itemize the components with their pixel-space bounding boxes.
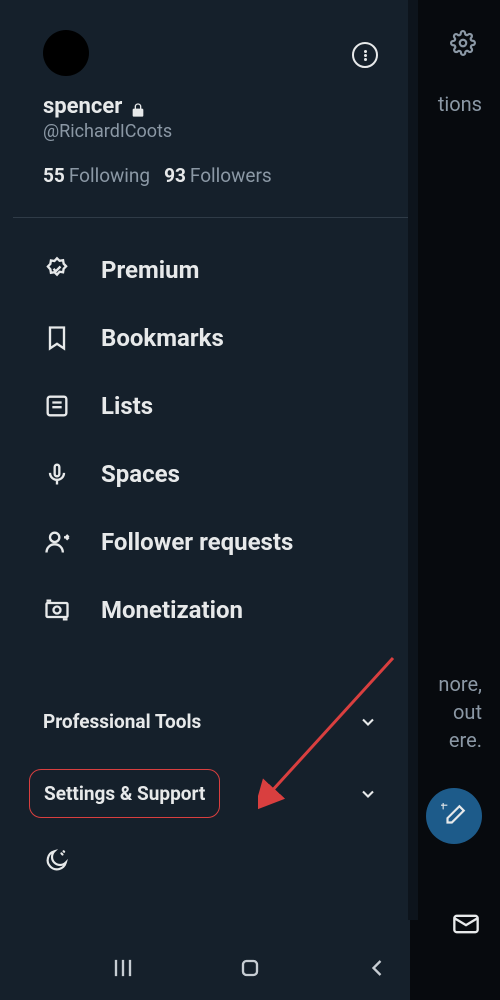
- display-name: spencer: [43, 94, 122, 119]
- recents-button[interactable]: [109, 954, 137, 982]
- nav-monetization[interactable]: Monetization: [43, 576, 378, 644]
- system-navigation-bar: [0, 944, 500, 992]
- dark-mode-icon[interactable]: [43, 848, 69, 874]
- following-stat[interactable]: 55Following: [43, 164, 150, 187]
- lock-icon: [130, 99, 146, 115]
- follower-requests-icon: [43, 528, 71, 556]
- nav-premium[interactable]: Premium: [43, 236, 378, 304]
- premium-icon: [43, 256, 71, 284]
- divider: [13, 217, 408, 218]
- handle[interactable]: @RichardICoots: [43, 121, 378, 142]
- chevron-down-icon: [358, 712, 378, 732]
- nav-lists[interactable]: Lists: [43, 372, 378, 440]
- underlying-screen: tions nore, out ere.: [410, 0, 500, 1000]
- navigation-drawer: spencer @RichardICoots 55Following 93Fol…: [13, 0, 418, 920]
- backdrop-snippet: nore, out ere.: [438, 670, 482, 754]
- backdrop-partial-text: tions: [438, 92, 482, 116]
- section-label: Professional Tools: [43, 710, 201, 733]
- followers-stat[interactable]: 93Followers: [164, 164, 272, 187]
- nav-bookmarks[interactable]: Bookmarks: [43, 304, 378, 372]
- accounts-icon[interactable]: [352, 42, 378, 68]
- chevron-down-icon: [358, 784, 378, 804]
- nav-label: Monetization: [101, 596, 243, 624]
- spaces-icon: [43, 460, 71, 488]
- back-button[interactable]: [363, 954, 391, 982]
- nav-follower-requests[interactable]: Follower requests: [43, 508, 378, 576]
- section-label: Settings & Support: [44, 782, 205, 805]
- bookmark-icon: [43, 324, 71, 352]
- gear-icon[interactable]: [450, 30, 476, 56]
- nav-label: Premium: [101, 256, 199, 284]
- nav-label: Lists: [101, 392, 153, 420]
- monetization-icon: [43, 596, 71, 624]
- settings-support-section[interactable]: Settings & Support: [43, 751, 378, 836]
- avatar[interactable]: [43, 30, 89, 76]
- compose-button[interactable]: [426, 788, 482, 844]
- nav-label: Follower requests: [101, 528, 293, 556]
- messages-icon[interactable]: [452, 910, 480, 938]
- nav-label: Bookmarks: [101, 324, 224, 352]
- professional-tools-section[interactable]: Professional Tools: [43, 692, 378, 751]
- home-button[interactable]: [236, 954, 264, 982]
- nav-spaces[interactable]: Spaces: [43, 440, 378, 508]
- nav-label: Spaces: [101, 460, 180, 488]
- lists-icon: [43, 392, 71, 420]
- annotation-highlight: Settings & Support: [29, 769, 220, 818]
- display-name-row[interactable]: spencer: [43, 94, 378, 119]
